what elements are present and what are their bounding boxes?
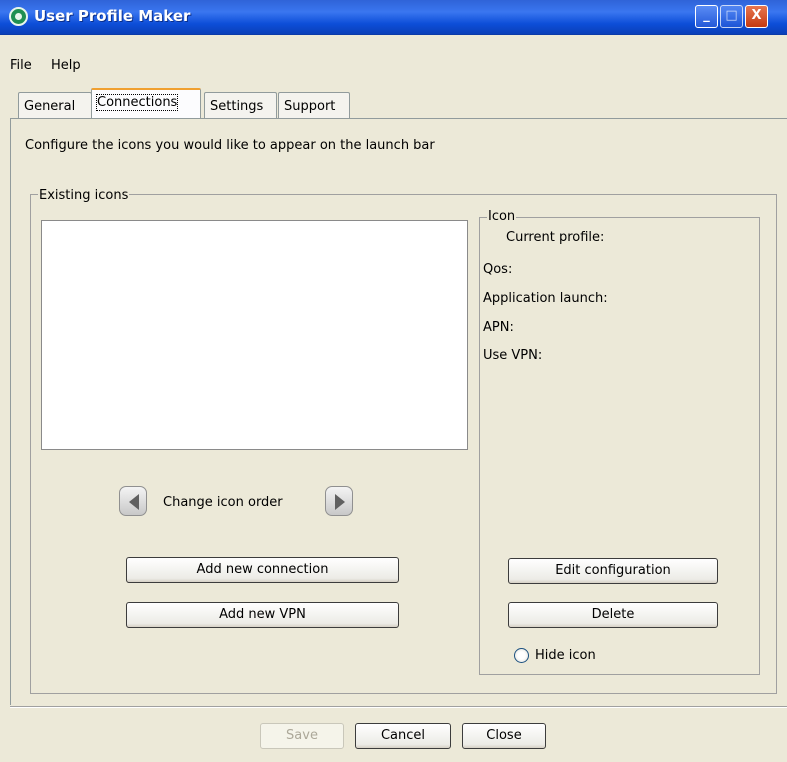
tab-support[interactable]: Support — [278, 92, 350, 118]
close-icon: X — [751, 8, 762, 23]
tab-general-label: General — [24, 99, 76, 114]
arrow-right-icon — [335, 494, 345, 510]
maximize-button[interactable]: □ — [720, 5, 743, 28]
apn-label: APN: — [483, 320, 514, 335]
tab-general[interactable]: General — [18, 92, 92, 118]
cancel-button[interactable]: Cancel — [355, 723, 451, 749]
minimize-button[interactable]: _ — [695, 5, 718, 28]
title-bar[interactable]: User Profile Maker _ □ X — [0, 0, 787, 35]
arrow-left-icon — [129, 494, 139, 510]
use-vpn-label: Use VPN: — [483, 348, 543, 363]
add-new-vpn-button[interactable]: Add new VPN — [126, 602, 399, 628]
hide-icon-radio[interactable] — [514, 648, 529, 663]
change-icon-order-label: Change icon order — [163, 495, 283, 510]
save-button[interactable]: Save — [260, 723, 344, 749]
footer-divider — [10, 706, 787, 708]
application-launch-label: Application launch: — [483, 291, 608, 306]
window-title: User Profile Maker — [34, 7, 191, 25]
move-left-button[interactable] — [119, 486, 147, 516]
close-dialog-button[interactable]: Close — [462, 723, 546, 749]
icon-panel-title: Icon — [487, 209, 517, 224]
existing-icons-list[interactable] — [41, 220, 468, 450]
tab-connections-label: Connections — [95, 94, 179, 111]
qos-label: Qos: — [483, 262, 513, 277]
maximize-icon: □ — [725, 8, 738, 23]
close-button[interactable]: X — [745, 5, 768, 28]
current-profile-label: Current profile: — [506, 230, 605, 245]
menu-help[interactable]: Help — [51, 58, 81, 73]
tab-settings-label: Settings — [210, 99, 264, 114]
move-right-button[interactable] — [325, 486, 353, 516]
menu-file[interactable]: File — [10, 58, 32, 73]
tab-connections[interactable]: Connections — [91, 88, 201, 119]
add-new-connection-button[interactable]: Add new connection — [126, 557, 399, 583]
existing-icons-title: Existing icons — [38, 188, 130, 203]
edit-configuration-button[interactable]: Edit configuration — [508, 558, 718, 584]
instruction-text: Configure the icons you would like to ap… — [25, 138, 435, 153]
menu-bar: File Help — [0, 56, 787, 78]
delete-button[interactable]: Delete — [508, 602, 718, 628]
hide-icon-label[interactable]: Hide icon — [535, 648, 596, 663]
minimize-icon: _ — [703, 8, 710, 23]
app-icon[interactable] — [9, 7, 28, 26]
tab-support-label: Support — [284, 99, 336, 114]
tab-settings[interactable]: Settings — [204, 92, 277, 118]
